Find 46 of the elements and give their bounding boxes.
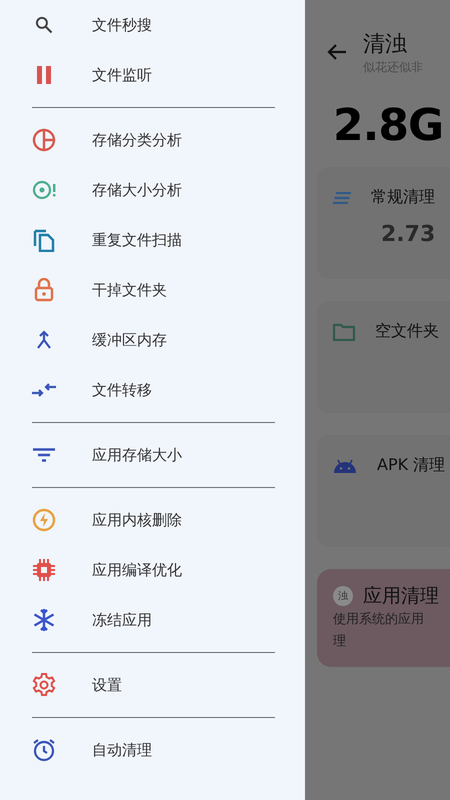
clean-card[interactable]: APK 清理: [317, 435, 450, 547]
copy-icon: [33, 228, 55, 252]
alarm-clock-icon: [32, 738, 56, 762]
drawer-item[interactable]: 缓冲区内存: [0, 315, 305, 365]
pause-icon: [36, 66, 52, 84]
android-robot-icon: [333, 458, 357, 472]
card-description: 使用系统的应用: [333, 611, 425, 629]
drawer-item[interactable]: 应用存储大小: [0, 430, 305, 480]
drawer-item[interactable]: 应用内核删除: [0, 495, 305, 545]
swap-arrows-icon: [32, 382, 56, 398]
drawer-item[interactable]: 设置: [0, 660, 305, 710]
drawer-item[interactable]: 文件监听: [0, 50, 305, 100]
drawer-item[interactable]: 存储分类分析: [0, 115, 305, 165]
snowflake-icon: [32, 608, 56, 632]
page-title: 清浊: [363, 30, 408, 58]
pie-chart-icon: [32, 128, 56, 152]
clean-card[interactable]: 常规清理 2.73: [317, 167, 450, 279]
drawer-item[interactable]: 重复文件扫描: [0, 215, 305, 265]
card-title: 空文件夹: [375, 321, 439, 342]
card-title: APK 清理: [377, 455, 446, 476]
filter-icon: [33, 448, 55, 462]
drawer-item[interactable]: 应用编译优化: [0, 545, 305, 595]
merge-arrow-icon: [36, 330, 52, 350]
drawer-item[interactable]: 存储大小分析: [0, 165, 305, 215]
lines-icon: [333, 192, 351, 204]
clean-card[interactable]: 空文件夹: [317, 301, 450, 413]
drawer-item[interactable]: 文件转移: [0, 365, 305, 415]
target-icon: [32, 180, 56, 200]
chip-icon: [32, 558, 56, 582]
card-title: 常规清理: [371, 187, 435, 208]
card-description: 理: [333, 633, 347, 651]
lightning-icon: [32, 508, 56, 532]
drawer-item[interactable]: 自动清理: [0, 725, 305, 775]
card-value: 2.73: [381, 222, 436, 247]
avatar-badge: 浊: [333, 586, 353, 606]
card-title: 应用清理: [363, 584, 439, 609]
drawer-item[interactable]: 干掉文件夹: [0, 265, 305, 315]
folder-icon: [333, 322, 355, 340]
app-clean-card[interactable]: 浊 应用清理 使用系统的应用 理: [317, 569, 450, 667]
search-icon: [34, 15, 54, 35]
lock-icon: [34, 278, 54, 302]
drawer-item[interactable]: 文件秒搜: [0, 0, 305, 50]
back-arrow-icon[interactable]: [327, 43, 347, 61]
drawer-item[interactable]: 冻结应用: [0, 595, 305, 645]
settings-icon: [32, 673, 56, 697]
total-size: 2.8G: [333, 100, 444, 151]
